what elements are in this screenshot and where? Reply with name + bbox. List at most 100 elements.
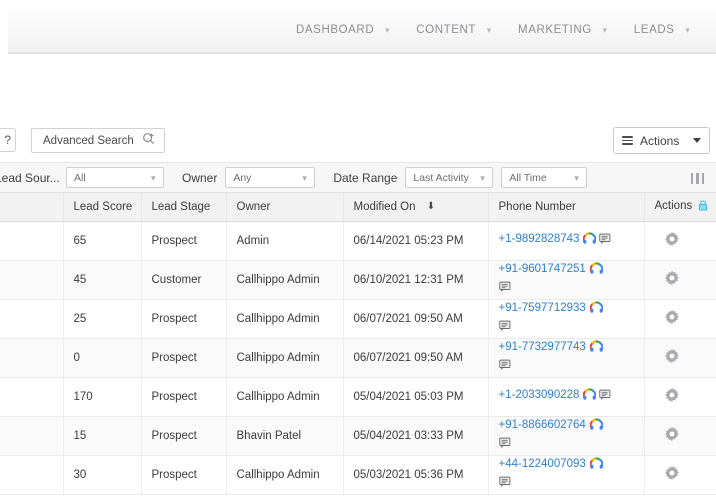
phone-number-link[interactable]: +44-1224007093 xyxy=(499,458,586,470)
cell-modified-on: 05/04/2021 05:03 PM xyxy=(343,377,489,417)
cell-lead-score: 15 xyxy=(63,416,142,456)
gear-icon[interactable] xyxy=(664,387,707,406)
cell-phone-number: +44-1224007093 xyxy=(488,455,645,495)
table-header: Lead Score Lead Stage Owner Modified On … xyxy=(0,193,716,222)
message-icon[interactable] xyxy=(498,476,511,493)
row-select-cell[interactable] xyxy=(0,260,64,300)
message-icon[interactable] xyxy=(599,233,611,250)
chevron-down-icon: ▾ xyxy=(302,172,307,183)
phone-number-link[interactable]: +1-2033090228 xyxy=(499,389,580,401)
cell-lead-stage: Prospect xyxy=(141,299,227,339)
row-select-cell[interactable] xyxy=(0,338,64,378)
table-row[interactable]: 45 Customer Callhippo Admin 06/10/2021 12:3… xyxy=(0,260,716,300)
cell-modified-on: 06/07/2021 09:50 AM xyxy=(343,338,489,378)
date-range-filter-label: Date Range xyxy=(333,170,398,185)
headset-icon[interactable] xyxy=(582,387,597,406)
date-field-select[interactable]: Last Activity ▾ xyxy=(405,167,494,188)
hamburger-icon xyxy=(622,136,633,145)
cell-modified-on: 05/04/2021 03:33 PM xyxy=(343,416,489,456)
column-header-phone-number[interactable]: Phone Number xyxy=(488,193,645,222)
table-row[interactable]: 25 Prospect Callhippo Admin 06/07/2021 09:5… xyxy=(0,299,716,339)
lead-source-select[interactable]: All ▾ xyxy=(66,167,164,188)
chevron-down-icon: ▾ xyxy=(151,172,156,183)
phone-number-link[interactable]: +91-7597712933 xyxy=(499,302,586,314)
headset-icon[interactable] xyxy=(589,456,604,475)
nav-item-marketing[interactable]: MARKETING xyxy=(516,24,594,36)
row-select-cell[interactable] xyxy=(0,377,64,417)
help-button[interactable]: ? xyxy=(0,128,16,152)
chevron-down-icon[interactable]: ▾ xyxy=(478,25,500,35)
message-icon[interactable] xyxy=(498,281,511,298)
lead-source-filter-label: Lead Sour... xyxy=(0,170,60,185)
columns-icon[interactable] xyxy=(691,172,704,184)
gear-icon[interactable] xyxy=(664,465,707,484)
phone-number-link[interactable]: +1-9892828743 xyxy=(499,233,580,245)
message-icon[interactable] xyxy=(498,437,511,454)
table-row[interactable]: 65 Prospect Admin 06/14/2021 05:23 PM +1-989… xyxy=(0,221,716,261)
table-row[interactable]: 170 Prospect Callhippo Admin 05/04/2021 05:… xyxy=(0,377,716,417)
nav-item-dashboard[interactable]: DASHBOARD xyxy=(294,24,376,36)
table-row[interactable]: 0 Prospect Callhippo Admin 06/07/2021 09:50… xyxy=(0,338,716,378)
cell-lead-stage: Prospect xyxy=(141,338,227,378)
nav-item-leads[interactable]: LEADS xyxy=(632,24,677,36)
phone-number-link[interactable]: +91-7732977743 xyxy=(499,341,586,353)
top-navigation-bar: DASHBOARD▾CONTENT▾MARKETING▾LEADS▾WORKFL… xyxy=(8,8,716,54)
row-select-cell[interactable] xyxy=(0,299,64,339)
column-header-lead-stage[interactable]: Lead Stage xyxy=(141,193,227,222)
table-row[interactable]: 30 Prospect Callhippo Admin 05/03/2021 05:3… xyxy=(0,455,716,495)
column-header-lead-score[interactable]: Lead Score xyxy=(63,193,142,222)
column-header-owner[interactable]: Owner xyxy=(226,193,344,222)
cell-owner: Callhippo Admin xyxy=(226,299,344,339)
help-button-label: ? xyxy=(4,133,11,147)
row-select-cell[interactable] xyxy=(0,416,64,456)
gear-icon[interactable] xyxy=(664,309,707,328)
owner-select-value: Any xyxy=(233,171,252,184)
headset-icon[interactable] xyxy=(589,300,604,319)
column-header-label: Lead Score xyxy=(73,200,133,213)
gear-icon[interactable] xyxy=(664,231,707,250)
date-period-select[interactable]: All Time ▾ xyxy=(501,167,588,188)
cell-actions xyxy=(644,338,716,378)
headset-icon[interactable] xyxy=(589,417,604,436)
column-header-modified-on[interactable]: Modified On ⬇ xyxy=(343,193,489,222)
gear-icon[interactable] xyxy=(664,270,707,289)
phone-number-link[interactable]: +91-9601747251 xyxy=(499,263,586,275)
table-row[interactable]: 15 Prospect Bhavin Patel 05/04/2021 03:33 P… xyxy=(0,416,716,456)
cell-owner: Callhippo Admin xyxy=(226,260,344,300)
cell-lead-score: 25 xyxy=(63,299,142,339)
table-body: 65 Prospect Admin 06/14/2021 05:23 PM +1-989… xyxy=(0,221,716,495)
cell-modified-on: 06/07/2021 09:50 AM xyxy=(343,299,489,339)
row-select-cell[interactable] xyxy=(0,221,64,261)
headset-icon[interactable] xyxy=(589,339,604,358)
message-icon[interactable] xyxy=(599,389,611,406)
cell-actions xyxy=(644,260,716,300)
phone-number-link[interactable]: +91-8866602764 xyxy=(499,419,586,431)
column-header-actions: Actions xyxy=(644,193,716,222)
owner-select[interactable]: Any ▾ xyxy=(225,167,316,188)
headset-icon[interactable] xyxy=(589,261,604,280)
owner-filter-label: Owner xyxy=(182,170,218,185)
cell-actions xyxy=(644,299,716,339)
chevron-down-icon[interactable]: ▾ xyxy=(376,25,398,35)
advanced-search-button[interactable]: Advanced Search xyxy=(31,128,165,153)
chevron-down-icon[interactable]: ▾ xyxy=(594,25,616,35)
cell-phone-number: +91-7732977743 xyxy=(488,338,645,378)
message-icon[interactable] xyxy=(498,359,511,376)
cell-phone-number: +91-7597712933 xyxy=(488,299,645,339)
chevron-down-icon[interactable]: ▾ xyxy=(677,25,699,35)
nav-item-content[interactable]: CONTENT xyxy=(414,24,478,36)
row-select-cell[interactable] xyxy=(0,455,64,495)
leads-table-container: Lead Score Lead Stage Owner Modified On … xyxy=(0,193,716,501)
gear-icon[interactable] xyxy=(664,426,707,445)
cell-lead-stage: Prospect xyxy=(141,377,227,417)
chevron-down-icon: ▾ xyxy=(480,172,485,183)
column-header-label: Modified On xyxy=(353,200,416,213)
advanced-search-label: Advanced Search xyxy=(43,134,134,147)
cell-lead-stage: Customer xyxy=(141,260,227,300)
headset-icon[interactable] xyxy=(582,231,597,250)
search-plus-icon xyxy=(142,132,156,149)
lock-icon xyxy=(698,200,708,214)
message-icon[interactable] xyxy=(498,320,511,337)
gear-icon[interactable] xyxy=(664,348,707,367)
actions-button[interactable]: Actions xyxy=(613,127,710,154)
